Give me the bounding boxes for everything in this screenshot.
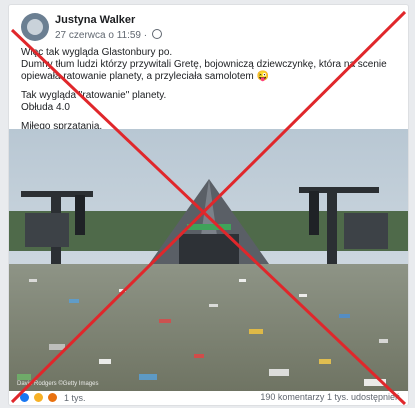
text-line-1: Więc tak wygląda Glastonbury po. (21, 47, 173, 58)
haha-reaction-icon (33, 392, 44, 403)
shares-count[interactable]: 1 tys. udostępnień (327, 392, 400, 402)
text-line-2: Dumny tłum ludzi którzy przywitali Gretę… (21, 59, 387, 82)
avatar[interactable] (21, 13, 49, 41)
post-photo[interactable]: David Rodgers ©Getty Images (9, 129, 408, 391)
right-screen (344, 213, 388, 249)
like-reaction-icon (19, 392, 30, 403)
engagement-counts: 190 komentarzy 1 tys. udostępnień (260, 392, 400, 402)
comments-count[interactable]: 190 komentarzy (260, 392, 324, 402)
littered-field (9, 264, 408, 391)
post-text: Więc tak wygląda Glastonbury po. Dumny t… (21, 47, 399, 140)
text-line-3: Tak wygląda "ratowanie" planety. (21, 90, 167, 101)
text-line-4: Obłuda 4.0 (21, 102, 70, 113)
facebook-post: Justyna Walker 27 czerwca o 11:59 · Więc… (8, 4, 409, 406)
post-meta: 27 czerwca o 11:59 · (55, 29, 162, 41)
left-speaker (75, 195, 85, 235)
reactions[interactable]: 1 tys. (19, 392, 86, 403)
right-speaker (309, 191, 319, 235)
stage-lights (187, 224, 231, 230)
festival-photo (9, 129, 408, 391)
stage-front (179, 234, 239, 264)
post-date[interactable]: 27 czerwca o 11:59 (55, 30, 141, 41)
left-screen (25, 213, 69, 247)
angry-reaction-icon (47, 392, 58, 403)
post-footer: 1 tys. 190 komentarzy 1 tys. udostępnień (9, 391, 408, 405)
author-name[interactable]: Justyna Walker (55, 14, 135, 26)
photo-credit: David Rodgers ©Getty Images (17, 381, 99, 387)
reaction-count[interactable]: 1 tys. (64, 393, 86, 403)
globe-icon (151, 29, 162, 39)
